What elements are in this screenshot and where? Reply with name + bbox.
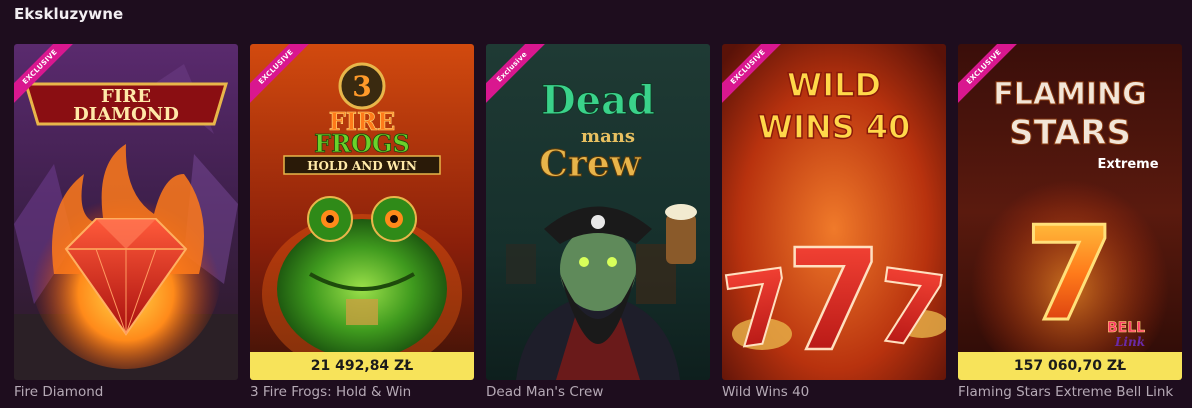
game-thumbnail[interactable]: 3 FIRE FROGS HOLD AND WIN EXCLUSIVE 21 4… xyxy=(250,44,474,380)
game-name[interactable]: Wild Wins 40 xyxy=(722,384,946,400)
game-card-dead-mans-crew[interactable]: Dead mans Crew Exclusive Dead Man's Crew xyxy=(486,44,710,400)
dead-mans-crew-artwork: Dead mans Crew xyxy=(486,44,710,380)
game-card-wild-wins-40[interactable]: WILD WINS 40 7 7 7 EXCLUSIVE Wild Wins 4… xyxy=(722,44,946,400)
game-card-3-fire-frogs[interactable]: 3 FIRE FROGS HOLD AND WIN EXCLUSIVE 21 4… xyxy=(250,44,474,400)
jackpot-amount: 157 060,70 ZŁ xyxy=(958,352,1182,380)
svg-text:WINS 40: WINS 40 xyxy=(758,108,911,146)
svg-text:3: 3 xyxy=(352,70,371,103)
svg-text:FROGS: FROGS xyxy=(314,129,410,158)
game-card-row: FIRE DIAMOND EXCLUSIVE Fire Diamond 3 FI… xyxy=(14,44,1182,400)
wild-wins-40-artwork: WILD WINS 40 7 7 7 xyxy=(722,44,946,380)
jackpot-amount: 21 492,84 ZŁ xyxy=(250,352,474,380)
svg-text:STARS: STARS xyxy=(1009,113,1131,153)
game-thumbnail[interactable]: FLAMING STARS Extreme 7 BELL Link EXCLUS… xyxy=(958,44,1182,380)
svg-text:Crew: Crew xyxy=(539,143,642,185)
game-thumbnail[interactable]: WILD WINS 40 7 7 7 EXCLUSIVE xyxy=(722,44,946,380)
svg-text:Link: Link xyxy=(1114,335,1145,349)
svg-text:Extreme: Extreme xyxy=(1097,157,1158,172)
fire-frogs-artwork: 3 FIRE FROGS HOLD AND WIN xyxy=(250,44,474,380)
flaming-stars-artwork: FLAMING STARS Extreme 7 BELL Link xyxy=(958,44,1182,380)
fire-diamond-artwork: FIRE DIAMOND xyxy=(14,44,238,380)
game-name[interactable]: Fire Diamond xyxy=(14,384,238,400)
svg-text:FLAMING: FLAMING xyxy=(993,77,1147,112)
section-title: Ekskluzywne xyxy=(14,5,124,23)
svg-text:WILD: WILD xyxy=(787,66,881,104)
game-card-fire-diamond[interactable]: FIRE DIAMOND EXCLUSIVE Fire Diamond xyxy=(14,44,238,400)
game-name[interactable]: Flaming Stars Extreme Bell Link xyxy=(958,384,1182,400)
game-name[interactable]: Dead Man's Crew xyxy=(486,384,710,400)
game-thumbnail[interactable]: Dead mans Crew Exclusive xyxy=(486,44,710,380)
game-thumbnail[interactable]: FIRE DIAMOND EXCLUSIVE xyxy=(14,44,238,380)
svg-text:Dead: Dead xyxy=(541,77,655,124)
svg-text:HOLD AND WIN: HOLD AND WIN xyxy=(307,159,417,173)
svg-text:BELL: BELL xyxy=(1107,320,1145,336)
svg-text:7: 7 xyxy=(1025,198,1115,350)
game-name[interactable]: 3 Fire Frogs: Hold & Win xyxy=(250,384,474,400)
exclusive-games-section: Ekskluzywne FIRE DIAMOND EXCLUSIVE Fire … xyxy=(0,0,1192,408)
svg-text:DIAMOND: DIAMOND xyxy=(73,104,179,125)
game-card-flaming-stars-extreme-bell-link[interactable]: FLAMING STARS Extreme 7 BELL Link EXCLUS… xyxy=(958,44,1182,400)
